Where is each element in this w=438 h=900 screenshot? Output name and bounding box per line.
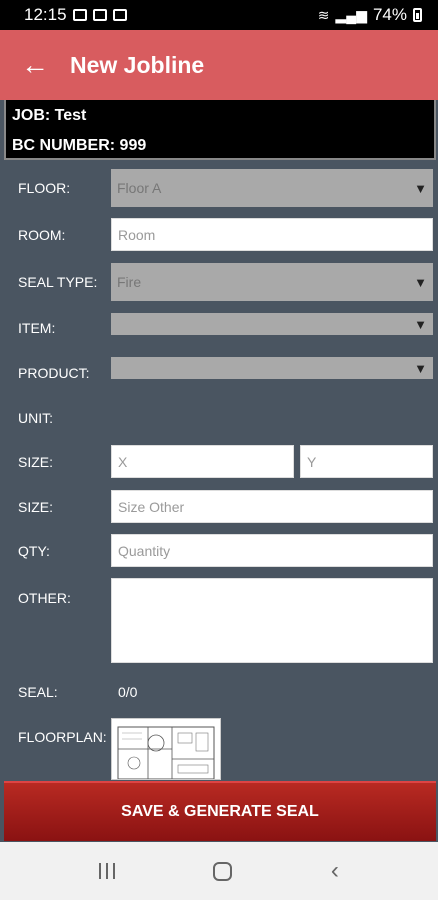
signal-icon: ▂▄▆: [335, 6, 367, 23]
floor-value: Floor A: [117, 180, 162, 196]
dropdown-arrow-icon: ▼: [414, 180, 427, 196]
product-row: PRODUCT: ▼: [4, 357, 436, 381]
seal-label: SEAL:: [18, 684, 58, 700]
seal-count: 0/0: [118, 684, 138, 700]
size-y-input[interactable]: Y: [300, 445, 433, 478]
item-label: ITEM:: [18, 320, 56, 336]
size-other-input[interactable]: Size Other: [111, 490, 433, 523]
qty-label: QTY:: [18, 542, 50, 559]
percent-notification-icon: [112, 9, 127, 21]
size-row: SIZE: X Y: [4, 445, 436, 478]
dropdown-arrow-icon: ▼: [414, 316, 427, 332]
home-icon[interactable]: [213, 861, 233, 881]
recents-icon[interactable]: [99, 863, 116, 879]
other-label: OTHER:: [18, 590, 71, 606]
unit-label: UNIT:: [18, 410, 53, 426]
room-row: ROOM: Room: [4, 218, 436, 251]
battery-percent: 74%: [372, 5, 407, 24]
image-notification-icon: [72, 9, 87, 21]
job-name: JOB: Test: [12, 107, 87, 124]
floor-select[interactable]: Floor A ▼: [111, 169, 433, 207]
seal-type-value: Fire: [117, 274, 142, 290]
status-time: 12:15: [24, 5, 67, 24]
wifi-icon: ≋: [317, 6, 330, 23]
status-bar: 12:15 ≋ ▂▄▆ 74%: [0, 0, 438, 30]
size-other-row: SIZE: Size Other: [4, 490, 436, 523]
floorplan-label: FLOORPLAN:: [18, 729, 107, 745]
battery-icon: [413, 8, 422, 22]
other-row: OTHER:: [4, 578, 436, 663]
back-arrow-icon[interactable]: ←: [0, 51, 70, 79]
seal-row: SEAL: 0/0: [4, 682, 436, 702]
seal-type-label: SEAL TYPE:: [18, 274, 98, 290]
floorplan-drawing: [117, 726, 215, 779]
floorplan-thumbnail[interactable]: [111, 718, 221, 780]
seal-type-row: SEAL TYPE: Fire ▼: [4, 263, 436, 301]
product-select[interactable]: ▼: [111, 357, 433, 379]
size-label: SIZE:: [18, 453, 54, 470]
seal-type-select[interactable]: Fire ▼: [111, 263, 433, 301]
room-input[interactable]: Room: [111, 218, 433, 251]
product-label: PRODUCT:: [18, 365, 90, 381]
room-label: ROOM:: [18, 226, 66, 243]
size-other-label: SIZE:: [18, 498, 54, 515]
other-textarea[interactable]: [111, 578, 433, 663]
floor-label: FLOOR:: [18, 180, 71, 196]
page-title: New Jobline: [70, 51, 205, 78]
size-x-input[interactable]: X: [111, 445, 294, 478]
floor-row: FLOOR: Floor A ▼: [4, 169, 436, 207]
qty-row: QTY: Quantity: [4, 534, 436, 567]
app-bar: ← New Jobline: [0, 30, 438, 100]
dropdown-arrow-icon: ▼: [414, 274, 427, 290]
job-info-panel: JOB: Test BC NUMBER: 999: [4, 100, 436, 160]
dropdown-arrow-icon: ▼: [414, 360, 427, 376]
jobline-form: FLOOR: Floor A ▼ ROOM: Room SEAL TYPE: F…: [4, 160, 436, 780]
quantity-input[interactable]: Quantity: [111, 534, 433, 567]
item-select[interactable]: ▼: [111, 313, 433, 335]
unit-row: UNIT:: [4, 408, 436, 428]
card-notification-icon: [92, 9, 107, 21]
system-nav-bar: ‹: [0, 842, 438, 900]
save-generate-seal-button[interactable]: SAVE & GENERATE SEAL: [4, 781, 436, 841]
nav-back-icon[interactable]: ‹: [331, 857, 339, 885]
item-row: ITEM: ▼: [4, 313, 436, 336]
